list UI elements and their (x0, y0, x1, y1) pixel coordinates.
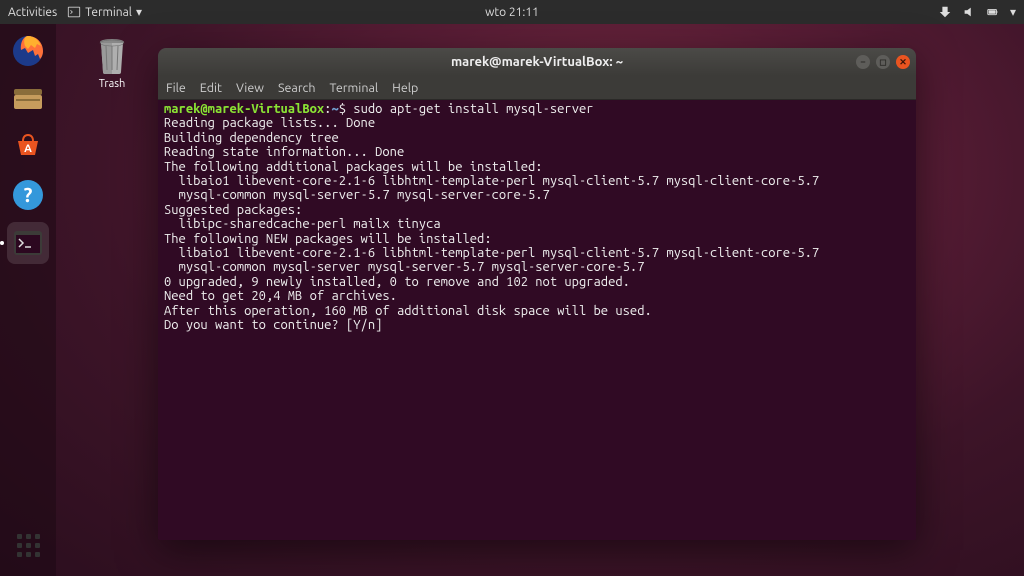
launcher-item-software[interactable]: A (7, 126, 49, 168)
menu-file[interactable]: File (166, 81, 186, 95)
terminal-icon (10, 225, 46, 261)
minimize-button[interactable]: – (856, 55, 870, 69)
volume-icon[interactable] (962, 5, 976, 19)
firefox-icon (10, 33, 46, 69)
launcher-item-terminal[interactable] (7, 222, 49, 264)
menu-view[interactable]: View (236, 81, 264, 95)
software-icon: A (10, 129, 46, 165)
terminal-icon (67, 5, 81, 19)
launcher-item-firefox[interactable] (7, 30, 49, 72)
launcher-item-files[interactable] (7, 78, 49, 120)
launcher-item-help[interactable]: ? (7, 174, 49, 216)
network-icon[interactable] (938, 5, 952, 19)
chevron-down-icon: ▾ (136, 5, 142, 19)
chevron-down-icon[interactable]: ▾ (1010, 5, 1016, 19)
trash-icon (92, 36, 132, 76)
help-icon: ? (10, 177, 46, 213)
svg-text:A: A (24, 143, 32, 155)
close-button[interactable]: ✕ (896, 55, 910, 69)
files-icon (10, 81, 46, 117)
menu-search[interactable]: Search (278, 81, 316, 95)
top-bar: Activities Terminal ▾ wto 21:11 ▾ (0, 0, 1024, 24)
activities-button[interactable]: Activities (8, 6, 57, 19)
window-title: marek@marek-VirtualBox: ~ (451, 55, 623, 69)
desktop-icon-trash[interactable]: Trash (82, 36, 142, 90)
terminal-body[interactable]: marek@marek-VirtualBox:~$ sudo apt-get i… (158, 100, 916, 540)
menu-terminal[interactable]: Terminal (330, 81, 379, 95)
app-menu-label: Terminal (85, 6, 132, 19)
desktop-icon-label: Trash (82, 78, 142, 90)
menu-help[interactable]: Help (392, 81, 418, 95)
maximize-button[interactable]: ◻ (876, 55, 890, 69)
clock[interactable]: wto 21:11 (485, 6, 539, 19)
launcher-dock: A ? (0, 24, 56, 576)
window-titlebar[interactable]: marek@marek-VirtualBox: ~ – ◻ ✕ (158, 48, 916, 76)
menu-edit[interactable]: Edit (200, 81, 222, 95)
app-menu[interactable]: Terminal ▾ (67, 5, 142, 19)
svg-text:?: ? (24, 183, 33, 206)
terminal-window: marek@marek-VirtualBox: ~ – ◻ ✕ File Edi… (158, 48, 916, 540)
show-applications-button[interactable] (7, 524, 49, 566)
terminal-menubar: File Edit View Search Terminal Help (158, 76, 916, 100)
battery-icon[interactable] (986, 5, 1000, 19)
